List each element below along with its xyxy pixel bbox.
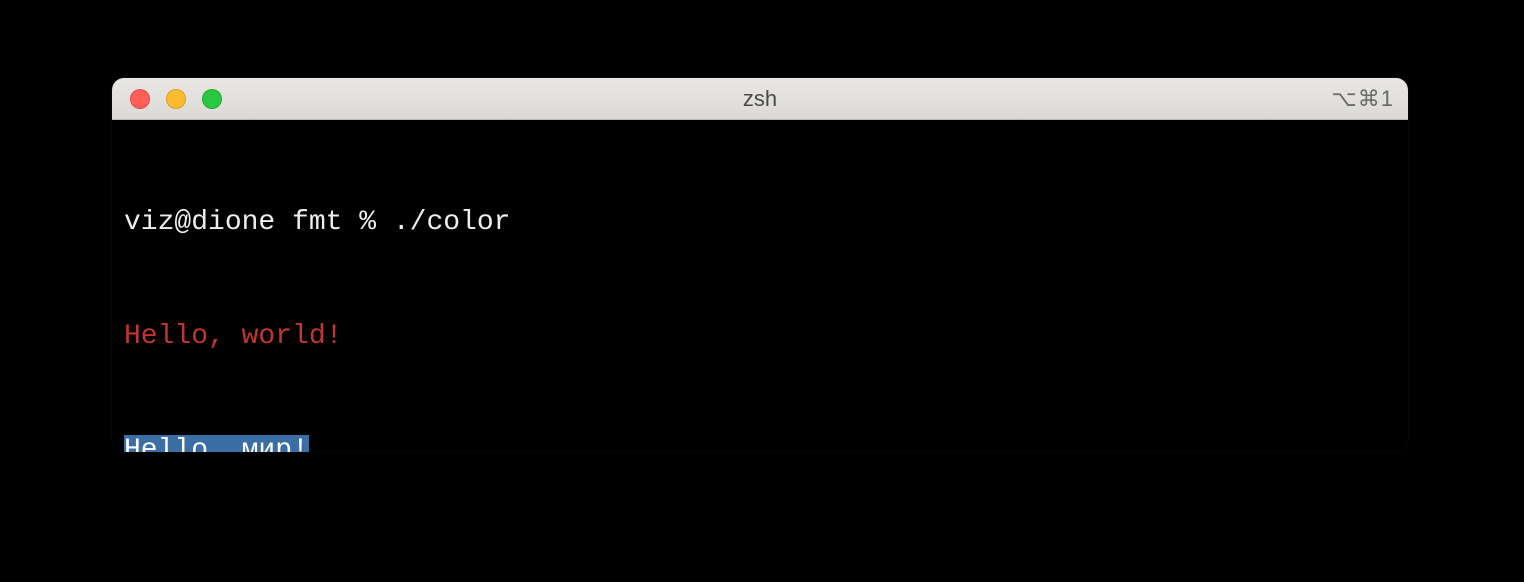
prompt: viz@dione fmt % (124, 207, 393, 238)
traffic-lights (112, 89, 222, 109)
window-shortcut-label: ⌥⌘1 (1331, 86, 1394, 112)
terminal-body[interactable]: viz@dione fmt % ./color Hello, world! He… (112, 120, 1408, 452)
close-icon[interactable] (130, 89, 150, 109)
command: ./color (393, 207, 511, 238)
titlebar: zsh ⌥⌘1 (112, 78, 1408, 120)
hello-mir-underline: Hello, мир! (124, 435, 309, 452)
minimize-icon[interactable] (166, 89, 186, 109)
terminal-window: zsh ⌥⌘1 viz@dione fmt % ./color Hello, w… (112, 78, 1408, 452)
command-line: viz@dione fmt % ./color (124, 204, 1396, 242)
output-line-1: Hello, world! (124, 318, 1396, 356)
hello-world-red: Hello, world! (124, 321, 342, 352)
window-title: zsh (112, 86, 1408, 112)
output-line-2: Hello, мир! (124, 432, 1396, 452)
zoom-icon[interactable] (202, 89, 222, 109)
